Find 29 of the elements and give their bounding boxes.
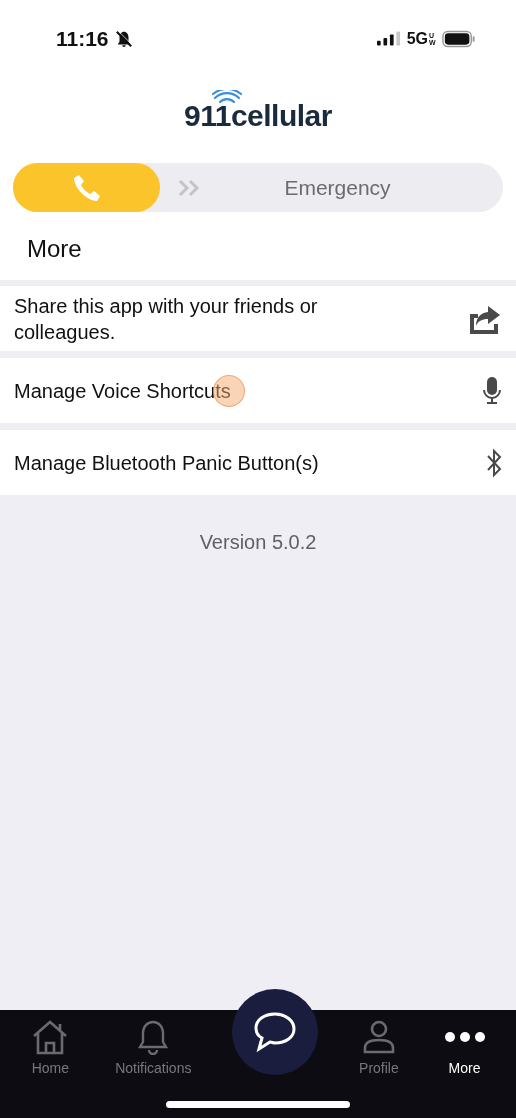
version-text: Version 5.0.2 <box>198 531 318 554</box>
emergency-slider[interactable]: Emergency <box>13 163 503 212</box>
tab-item[interactable]: More <box>439 1010 490 1076</box>
wifi-icon <box>212 90 242 104</box>
slider-handle[interactable] <box>13 163 160 212</box>
network-label: 5G <box>406 30 428 48</box>
phone-icon <box>71 172 102 203</box>
menu-item-label: Manage Bluetooth Panic Button(s) <box>14 450 319 476</box>
tab-item[interactable]: Profile <box>355 1010 403 1076</box>
battery-icon <box>442 30 476 48</box>
page-title: More <box>27 235 82 263</box>
menu-item[interactable]: Manage Bluetooth Panic Button(s) <box>0 430 516 495</box>
app-logo: 911cellular <box>0 78 516 150</box>
bluetooth-icon <box>486 447 502 478</box>
menu-item[interactable]: Share this app with your friends or colleagues. <box>0 286 516 351</box>
tab-item[interactable]: Notifications <box>111 1010 196 1076</box>
person-icon <box>361 1019 396 1055</box>
clock-time: 11:16 <box>56 27 109 51</box>
bell-icon <box>137 1019 170 1055</box>
more-icon <box>443 1031 486 1043</box>
slider-label: Emergency <box>283 175 392 200</box>
menu-item[interactable]: Manage Voice Shortcuts <box>0 358 516 423</box>
menu-item-label: Share this app with your friends or colleagues. <box>14 293 319 345</box>
chevrons-icon <box>178 178 202 197</box>
tab-item[interactable]: Home <box>26 1010 75 1076</box>
microphone-icon <box>482 375 502 406</box>
signal-icon <box>376 31 401 47</box>
menu-item-label: Manage Voice Shortcuts <box>14 377 231 404</box>
share-icon <box>468 303 502 334</box>
